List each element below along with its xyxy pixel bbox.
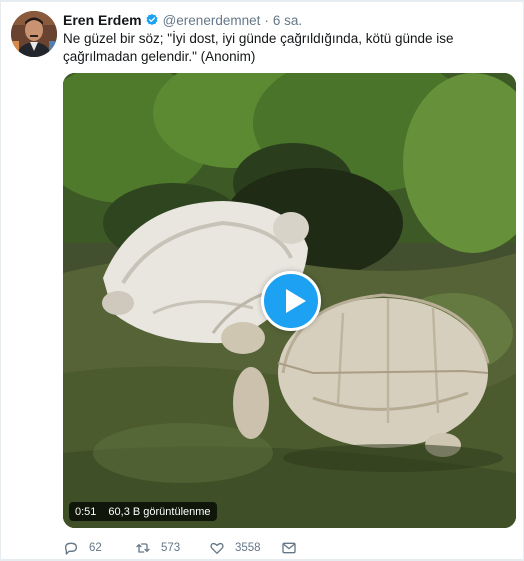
verified-badge-icon bbox=[145, 13, 159, 27]
retweet-icon bbox=[136, 543, 150, 553]
header-separator: · bbox=[264, 12, 269, 28]
tweet-text: Ne güzel bir söz; "İyi dost, iyi günde ç… bbox=[63, 31, 454, 64]
tweet-header: Eren Erdem @erenerdemnet · 6 sa. bbox=[63, 11, 302, 29]
play-button[interactable] bbox=[261, 271, 321, 331]
tweet-actions: 62 573 3558 bbox=[63, 538, 493, 558]
left-border bbox=[0, 0, 1, 561]
video-view-count: 60,3 B görüntülenme bbox=[108, 505, 211, 518]
display-name[interactable]: Eren Erdem bbox=[63, 12, 142, 28]
avatar[interactable] bbox=[11, 11, 57, 57]
like-count: 3558 bbox=[235, 542, 261, 554]
reply-count: 62 bbox=[89, 542, 102, 554]
video-meta-overlay: 0:51 60,3 B görüntülenme bbox=[69, 502, 217, 521]
retweet-count: 573 bbox=[161, 542, 181, 554]
video-player[interactable]: 0:51 60,3 B görüntülenme bbox=[63, 73, 516, 528]
retweet-button[interactable]: 573 bbox=[135, 538, 180, 558]
user-handle[interactable]: @erenerdemnet bbox=[163, 13, 261, 28]
reply-button[interactable]: 62 bbox=[63, 538, 102, 558]
tweet-timestamp[interactable]: 6 sa. bbox=[273, 13, 302, 28]
reply-icon bbox=[65, 542, 77, 555]
video-duration: 0:51 bbox=[75, 505, 97, 518]
play-icon bbox=[286, 289, 306, 313]
like-button[interactable]: 3558 bbox=[209, 538, 261, 558]
top-border bbox=[0, 0, 524, 2]
envelope-icon bbox=[282, 542, 296, 554]
heart-icon bbox=[210, 542, 224, 554]
direct-message-button[interactable] bbox=[281, 538, 307, 558]
avatar-image bbox=[11, 11, 57, 57]
